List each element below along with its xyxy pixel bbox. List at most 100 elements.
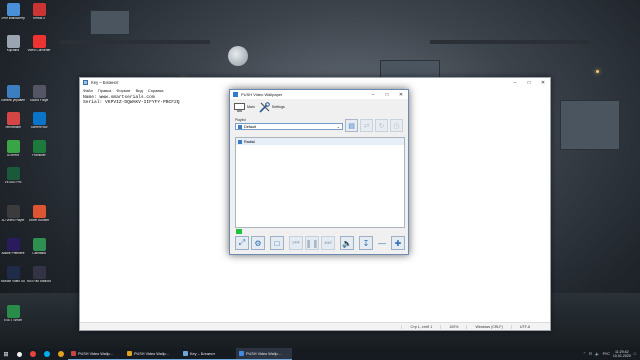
- tools-icon: [259, 101, 270, 113]
- app-icon: [32, 238, 46, 251]
- desktop-icon[interactable]: uTorrent: [2, 140, 24, 158]
- playlist-select[interactable]: Default ⌄: [235, 123, 343, 130]
- notepad-icon: [183, 351, 188, 356]
- status-bar: Стр 1, стлб 1 100% Windows (CRLF) UTF-8: [80, 322, 550, 330]
- fullscreen-button[interactable]: ⤢: [235, 236, 249, 250]
- stop-button[interactable]: □: [270, 236, 284, 250]
- pause-button[interactable]: ❚❚: [305, 236, 319, 250]
- chevron-up-icon[interactable]: ⌃: [583, 352, 586, 356]
- desktop-icon[interactable]: Movavi Video Suite: [1, 266, 25, 284]
- taskbar-pin[interactable]: [54, 348, 68, 360]
- taskbar-task[interactable]: PUSH Video Wallp...: [68, 348, 124, 360]
- close-icon[interactable]: ✕: [536, 78, 550, 87]
- notepad-icon: [83, 80, 88, 85]
- app-icon: [233, 92, 238, 97]
- document-icon: ▤: [348, 122, 355, 130]
- remove-button[interactable]: —: [375, 236, 389, 250]
- playlist-options-button[interactable]: ▤: [345, 119, 358, 132]
- playlist-icon: [238, 124, 242, 129]
- download-button[interactable]: ↧: [359, 236, 373, 250]
- maximize-icon[interactable]: □: [380, 90, 394, 99]
- desktop-icon[interactable]: Sound Forge: [28, 85, 50, 103]
- desktop-icon[interactable]: Tenorshare: [2, 112, 24, 130]
- desktop-icon[interactable]: MSI Fan Android 7.1: [27, 266, 51, 284]
- push-video-wallpaper-window[interactable]: PUSH Video Wallpaper – □ ✕ Main Settings…: [229, 89, 409, 255]
- maximize-icon[interactable]: □: [522, 78, 536, 87]
- start-button[interactable]: ⊞: [0, 348, 12, 360]
- clock[interactable]: 11:29:42 10.01.2020: [613, 350, 631, 358]
- taskbar-pin[interactable]: [12, 348, 26, 360]
- desktop-icon[interactable]: Adobe Premiere: [1, 238, 25, 256]
- taskbar-task[interactable]: PUSH Video Wallp...: [236, 348, 292, 360]
- close-icon[interactable]: ✕: [394, 90, 408, 99]
- notifications-icon[interactable]: □: [634, 352, 636, 356]
- stop-icon: □: [274, 238, 280, 248]
- add-button[interactable]: ✚: [391, 236, 405, 250]
- menu-file[interactable]: Файл: [83, 88, 93, 93]
- desktop-icon[interactable]: Корзина: [2, 35, 24, 53]
- expand-icon: ⤢: [238, 238, 246, 247]
- minimize-icon[interactable]: –: [366, 90, 380, 99]
- title-bar[interactable]: PUSH Video Wallpaper – □ ✕: [230, 90, 408, 99]
- tab-settings[interactable]: Settings: [259, 101, 285, 113]
- language-indicator[interactable]: РУС: [603, 352, 610, 356]
- line-ending: Windows (CRLF): [466, 324, 510, 329]
- playlist-value: Default: [244, 124, 257, 129]
- tab-settings-label: Settings: [271, 105, 285, 109]
- windows-icon: ⊞: [3, 351, 9, 358]
- taskbar-task[interactable]: Key – Блокнот: [180, 348, 236, 360]
- app-icon: [32, 85, 46, 98]
- video-list[interactable]: Radial: [235, 137, 405, 228]
- clock-icon: ◷: [393, 122, 400, 130]
- task-label: PUSH Video Wallp...: [246, 351, 281, 356]
- app-icon: [71, 351, 76, 356]
- minus-icon: —: [378, 238, 386, 248]
- title-bar[interactable]: Key – Блокнот – □ ✕: [80, 78, 550, 87]
- taskbar: ⊞ PUSH Video Wallp... PUSH Video Wallp..…: [0, 348, 640, 360]
- app-icon: [6, 205, 20, 218]
- desktop-icon[interactable]: ESET Smart: [2, 305, 24, 323]
- desktop-icon[interactable]: VEGAS Pro: [2, 167, 24, 185]
- desktop-icon[interactable]: 3D Video Player: [2, 205, 24, 223]
- repeat-button[interactable]: ↻: [375, 119, 388, 132]
- app-icon: [6, 238, 20, 251]
- minimize-icon[interactable]: –: [508, 78, 522, 87]
- desktop-icon[interactable]: Camtasia: [28, 238, 50, 256]
- video-icon: [238, 139, 242, 144]
- chrome-icon: [30, 351, 36, 357]
- menu-edit[interactable]: Правка: [98, 88, 112, 93]
- previous-button[interactable]: ⏮: [289, 236, 303, 250]
- desktop-icon[interactable]: Kerbal 3: [28, 3, 50, 21]
- app-icon: [6, 167, 20, 180]
- chevron-down-icon: ⌄: [336, 124, 340, 129]
- taskbar-task[interactable]: PUSH Video Wallp...: [124, 348, 180, 360]
- volume-button[interactable]: 🔈: [340, 236, 354, 250]
- list-item-label: Radial: [244, 139, 255, 144]
- settings-button[interactable]: ⚙: [251, 236, 265, 250]
- next-button[interactable]: ⏭: [321, 236, 335, 250]
- menu-format[interactable]: Формат: [116, 88, 130, 93]
- desktop-icon[interactable]: Video Converter: [28, 35, 50, 53]
- desktop-icon[interactable]: Этот компьютер: [1, 3, 25, 21]
- network-icon[interactable]: ☷: [589, 352, 592, 356]
- menu-help[interactable]: Справка: [148, 88, 164, 93]
- app-icon: [6, 140, 20, 153]
- app-icon: [32, 205, 46, 218]
- app-icon: [32, 112, 46, 125]
- shuffle-button[interactable]: ⇄: [360, 119, 373, 132]
- menu-view[interactable]: Вид: [136, 88, 143, 93]
- speaker-icon[interactable]: 🔈: [595, 352, 599, 356]
- timer-button[interactable]: ◷: [390, 119, 403, 132]
- desktop-icon[interactable]: Publisher: [28, 140, 50, 158]
- app-icon: [6, 112, 20, 125]
- tab-main-label: Main: [247, 105, 255, 109]
- desktop-icon[interactable]: Панель управления: [1, 85, 25, 103]
- taskbar-pin[interactable]: [26, 348, 40, 360]
- tab-main[interactable]: Main: [234, 102, 255, 112]
- cursor-position: Стр 1, стлб 1: [401, 324, 440, 329]
- desktop-icon[interactable]: Driver Booster: [28, 205, 50, 223]
- task-label: PUSH Video Wallp...: [78, 351, 113, 356]
- taskbar-pin[interactable]: [40, 348, 54, 360]
- desktop-icon[interactable]: ScreenFlow: [28, 112, 50, 130]
- list-item[interactable]: Radial: [236, 138, 404, 145]
